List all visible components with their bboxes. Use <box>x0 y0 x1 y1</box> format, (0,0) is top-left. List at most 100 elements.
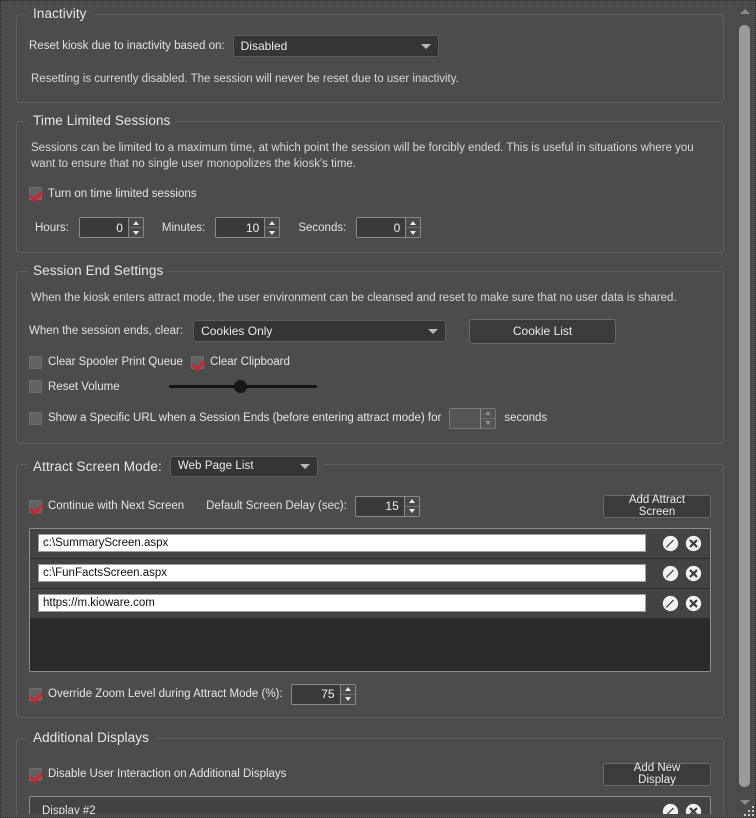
minutes-stepper-buttons[interactable] <box>264 218 280 238</box>
checkbox-clear-clipboard[interactable]: Clear Clipboard <box>191 355 290 369</box>
hours-label: Hours: <box>35 221 69 234</box>
display-name: Display #2 <box>42 805 96 814</box>
chevron-up-icon <box>739 9 750 14</box>
checkbox-clear-spooler-label: Clear Spooler Print Queue <box>48 356 183 369</box>
show-url-seconds-stepper[interactable] <box>449 407 497 429</box>
inactivity-reset-label: Reset kiosk due to inactivity based on: <box>29 40 225 52</box>
checkbox-override-zoom-level[interactable]: Override Zoom Level during Attract Mode … <box>29 687 283 701</box>
minutes-decrement-button[interactable] <box>265 228 280 238</box>
hours-decrement-button[interactable] <box>128 228 143 238</box>
delete-x-icon[interactable] <box>685 803 702 814</box>
seconds-stepper[interactable]: 0 <box>356 217 422 239</box>
add-new-display-button[interactable]: Add New Display <box>603 762 711 786</box>
attract-screen-row[interactable]: c:\FunFactsScreen.aspx <box>30 558 710 589</box>
seconds-stepper-buttons[interactable] <box>405 218 421 238</box>
triangle-up-icon <box>408 499 415 504</box>
checkbox-show-specific-url-label: Show a Specific URL when a Session Ends … <box>48 412 442 425</box>
attract-screen-url-input[interactable]: c:\FunFactsScreen.aspx <box>38 564 646 583</box>
checkbox-show-specific-url[interactable]: Show a Specific URL when a Session Ends … <box>29 411 442 425</box>
hours-increment-button[interactable] <box>128 218 143 229</box>
override-zoom-stepper-buttons[interactable] <box>339 684 355 704</box>
minutes-increment-button[interactable] <box>265 218 280 229</box>
hours-stepper-buttons[interactable] <box>127 218 143 238</box>
volume-slider-knob[interactable] <box>233 380 247 394</box>
checkmark-icon <box>29 499 42 513</box>
override-zoom-stepper[interactable]: 75 <box>290 683 356 705</box>
edit-pencil-icon[interactable] <box>662 803 679 814</box>
group-inactivity-legend: Inactivity <box>27 6 93 21</box>
triangle-up-icon <box>485 411 492 416</box>
inactivity-reset-dropdown[interactable]: Disabled <box>232 35 439 57</box>
checkbox-clear-clipboard-label: Clear Clipboard <box>210 356 290 369</box>
checkbox-continue-with-next-screen[interactable]: Continue with Next Screen <box>29 499 184 513</box>
attract-mode-dropdown[interactable]: Web Page List <box>169 455 318 477</box>
cookie-list-button[interactable]: Cookie List <box>469 318 617 344</box>
attract-screen-row[interactable]: https://m.kioware.com <box>30 588 710 619</box>
triangle-down-icon <box>410 230 417 235</box>
minutes-label: Minutes: <box>161 221 206 234</box>
minutes-value: 10 <box>216 218 265 238</box>
show-url-seconds-suffix: seconds <box>504 412 548 425</box>
scroll-up-button[interactable] <box>736 3 753 20</box>
seconds-increment-button[interactable] <box>406 218 421 229</box>
default-screen-delay-stepper[interactable]: 15 <box>354 495 420 517</box>
checkbox-reset-volume[interactable]: Reset Volume <box>29 380 169 394</box>
attract-screens-empty-area <box>30 618 710 671</box>
default-screen-delay-decrement-button[interactable] <box>404 506 419 516</box>
checkmark-icon <box>29 187 42 201</box>
checkbox-reset-volume-label: Reset Volume <box>48 380 120 393</box>
override-zoom-increment-button[interactable] <box>340 684 355 695</box>
triangle-up-icon <box>132 220 139 225</box>
override-zoom-decrement-button[interactable] <box>340 694 355 704</box>
delete-x-icon[interactable] <box>685 595 702 612</box>
triangle-down-icon <box>344 697 351 702</box>
edit-pencil-icon[interactable] <box>662 565 679 582</box>
override-zoom-value: 75 <box>291 684 340 704</box>
clear-on-end-dropdown[interactable]: Cookies Only <box>193 320 447 343</box>
checkbox-box-icon <box>29 355 42 369</box>
attract-screen-row[interactable]: c:\SummaryScreen.aspx <box>30 528 710 559</box>
attract-screen-url-input[interactable]: https://m.kioware.com <box>38 594 646 613</box>
inactivity-reset-value: Disabled <box>240 39 288 53</box>
show-url-seconds-stepper-buttons[interactable] <box>480 408 496 428</box>
checkbox-turn-on-time-limited[interactable]: Turn on time limited sessions <box>29 187 197 201</box>
group-inactivity-title: Inactivity <box>33 6 87 21</box>
vertical-scrollbar[interactable] <box>736 3 753 811</box>
seconds-decrement-button[interactable] <box>406 228 421 238</box>
default-screen-delay-increment-button[interactable] <box>404 496 419 507</box>
checkbox-clear-spooler-print-queue[interactable]: Clear Spooler Print Queue <box>29 355 191 369</box>
minutes-stepper[interactable]: 10 <box>215 217 281 239</box>
delete-x-icon[interactable] <box>685 535 702 552</box>
triangle-down-icon <box>269 230 276 235</box>
group-additional-displays: Additional Displays Disable User Interac… <box>16 729 724 814</box>
session-end-description: When the kiosk enters attract mode, the … <box>31 292 677 305</box>
group-session-end-settings: Session End Settings When the kiosk ente… <box>16 263 724 444</box>
seconds-value: 0 <box>357 218 406 238</box>
hours-stepper[interactable]: 0 <box>78 217 144 239</box>
default-screen-delay-stepper-buttons[interactable] <box>403 496 419 516</box>
show-url-seconds-decrement-button[interactable] <box>481 418 496 428</box>
show-url-seconds-increment-button[interactable] <box>481 408 496 419</box>
add-attract-screen-button[interactable]: Add Attract Screen <box>603 494 711 518</box>
scrollbar-thumb[interactable] <box>739 25 750 787</box>
group-inactivity: Inactivity Reset kiosk due to inactivity… <box>16 6 724 103</box>
checkbox-box-icon <box>29 411 42 425</box>
triangle-up-icon <box>410 220 417 225</box>
triangle-down-icon <box>132 230 139 235</box>
group-session-end-legend: Session End Settings <box>27 263 170 279</box>
resize-grip-icon[interactable] <box>741 803 754 816</box>
volume-slider[interactable] <box>169 378 317 396</box>
delete-x-icon[interactable] <box>685 565 702 582</box>
edit-pencil-icon[interactable] <box>662 595 679 612</box>
group-attract-title: Attract Screen Mode: <box>33 458 162 474</box>
checkbox-disable-user-interaction[interactable]: Disable User Interaction on Additional D… <box>29 767 287 781</box>
checkbox-disable-user-interaction-label: Disable User Interaction on Additional D… <box>48 768 287 781</box>
group-additional-displays-title: Additional Displays <box>33 729 149 745</box>
edit-pencil-icon[interactable] <box>662 535 679 552</box>
time-limited-description: Sessions can be limited to a maximum tim… <box>31 141 694 171</box>
triangle-up-icon <box>344 687 351 692</box>
display-row[interactable]: Display #2 <box>30 796 710 814</box>
inactivity-status-text: Resetting is currently disabled. The ses… <box>31 73 459 85</box>
attract-mode-value: Web Page List <box>177 460 254 473</box>
attract-screen-url-input[interactable]: c:\SummaryScreen.aspx <box>38 534 646 553</box>
